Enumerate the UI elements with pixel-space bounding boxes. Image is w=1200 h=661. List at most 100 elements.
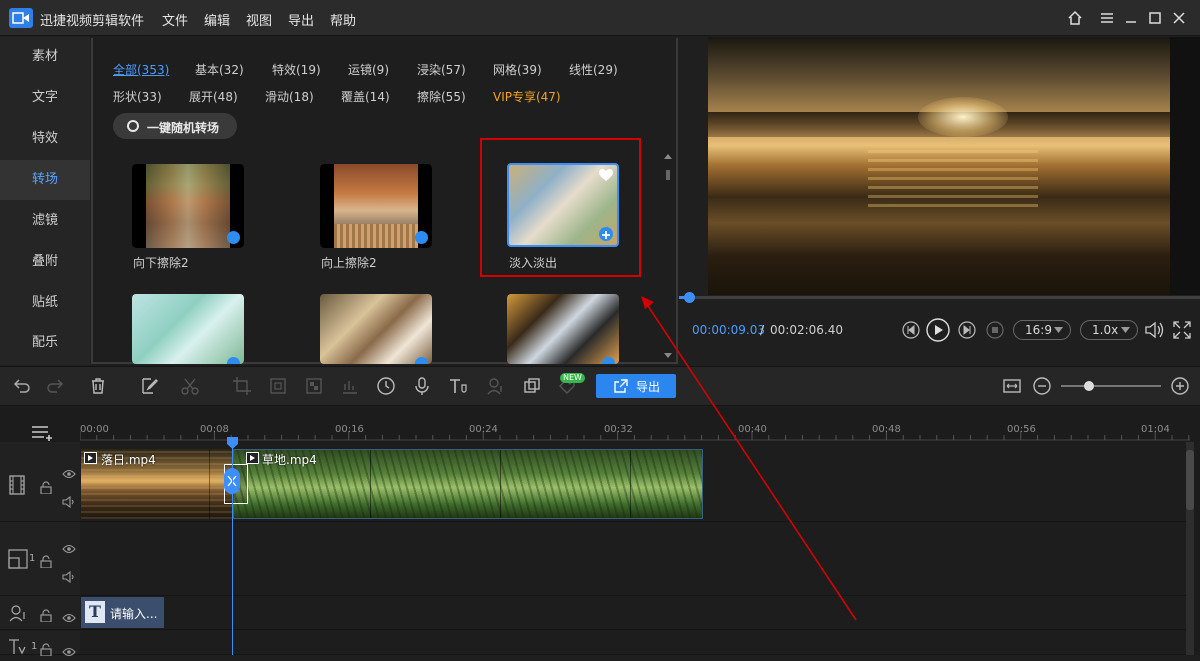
zoom-slider-handle[interactable]: [1084, 381, 1094, 391]
sidebar-item-effects[interactable]: 特效: [0, 119, 90, 159]
visibility-eye-icon[interactable]: [62, 464, 76, 483]
filter-grid[interactable]: 网格(39): [493, 61, 542, 78]
text-track-icon: [8, 637, 28, 659]
random-transition-button[interactable]: 一键随机转场: [113, 113, 237, 139]
text-to-speech-icon[interactable]: [448, 376, 468, 396]
maximize-icon[interactable]: [1146, 9, 1164, 27]
lock-icon[interactable]: [40, 607, 52, 626]
previous-frame-icon[interactable]: [902, 321, 920, 343]
zoom-slider[interactable]: [1061, 385, 1161, 387]
menu-edit[interactable]: 编辑: [204, 10, 230, 29]
transition-thumb[interactable]: [132, 294, 244, 364]
lock-icon[interactable]: [40, 553, 52, 572]
timeline-scrollbar-thumb[interactable]: [1186, 450, 1194, 510]
crop-icon[interactable]: [232, 376, 252, 396]
sidebar-item-stickers[interactable]: 贴纸: [0, 283, 90, 323]
filter-wipe[interactable]: 擦除(55): [417, 88, 466, 105]
transition-thumb-wipe-down-2[interactable]: [132, 164, 244, 248]
video-preview[interactable]: [708, 37, 1170, 295]
sidebar-item-text[interactable]: 文字: [0, 78, 90, 118]
menu-export[interactable]: 导出: [288, 10, 314, 29]
sidebar-item-transitions[interactable]: 转场: [0, 160, 90, 200]
redo-icon[interactable]: [45, 376, 65, 396]
filter-all[interactable]: 全部(353): [113, 61, 169, 78]
visibility-eye-icon[interactable]: [62, 642, 76, 661]
speed-select[interactable]: 1.0x: [1080, 320, 1138, 340]
filter-linear[interactable]: 线性(29): [569, 61, 618, 78]
tick-label: 00:00: [80, 424, 109, 435]
sidebar-item-overlays[interactable]: 叠附: [0, 242, 90, 282]
dubbing-track-icon: [8, 603, 28, 627]
overlay-track[interactable]: [80, 522, 1190, 596]
aspect-ratio-select[interactable]: 16:9: [1013, 320, 1071, 340]
text-track[interactable]: [80, 631, 1190, 655]
filter-expand[interactable]: 展开(48): [189, 88, 238, 105]
next-frame-icon[interactable]: [958, 321, 976, 343]
fit-timeline-icon[interactable]: [1002, 376, 1022, 396]
lock-icon[interactable]: [40, 641, 52, 660]
audio-levels-icon[interactable]: [340, 376, 360, 396]
play-icon[interactable]: [926, 318, 950, 346]
filter-dissolve[interactable]: 浸染(57): [417, 61, 466, 78]
filter-slide[interactable]: 滑动(18): [265, 88, 314, 105]
menu-view[interactable]: 视图: [246, 10, 272, 29]
seek-handle[interactable]: [684, 292, 695, 303]
clock-icon[interactable]: [376, 376, 396, 396]
filter-camera[interactable]: 运镜(9): [348, 61, 389, 78]
voice-change-icon[interactable]: [486, 376, 506, 396]
clip-label: 草地.mp4: [262, 453, 317, 467]
seek-bar[interactable]: [679, 296, 1200, 299]
close-icon[interactable]: [1170, 9, 1188, 27]
download-icon[interactable]: [227, 357, 240, 364]
pip-track-icon: [8, 549, 28, 573]
tick-label: 00:32: [604, 424, 633, 435]
mosaic-icon[interactable]: [304, 376, 324, 396]
microphone-icon[interactable]: [412, 376, 432, 396]
filter-special[interactable]: 特效(19): [272, 61, 321, 78]
zoom-out-icon[interactable]: [1032, 376, 1052, 396]
menu-help[interactable]: 帮助: [330, 10, 356, 29]
sidebar-item-filters[interactable]: 滤镜: [0, 201, 90, 241]
download-icon[interactable]: [415, 231, 428, 244]
sidebar-item-music[interactable]: 配乐: [0, 323, 90, 363]
tick-label: 01:04: [1141, 424, 1170, 435]
undo-icon[interactable]: [12, 376, 32, 396]
home-icon[interactable]: [1066, 9, 1084, 27]
transition-thumb[interactable]: [507, 294, 619, 364]
filter-cover[interactable]: 覆盖(14): [341, 88, 390, 105]
playhead-line[interactable]: [232, 441, 233, 655]
filter-vip[interactable]: VIP专享(47): [493, 88, 561, 105]
export-button[interactable]: 导出: [596, 374, 676, 398]
filter-shape[interactable]: 形状(33): [113, 88, 162, 105]
delete-icon[interactable]: [88, 376, 108, 396]
resize-icon[interactable]: [268, 376, 288, 396]
download-icon[interactable]: [415, 357, 428, 364]
menu-file[interactable]: 文件: [162, 10, 188, 29]
audio-mute-icon[interactable]: [62, 493, 76, 512]
download-icon[interactable]: [227, 231, 240, 244]
download-icon[interactable]: [602, 357, 615, 364]
playhead-handle[interactable]: [227, 434, 238, 449]
random-icon: [127, 120, 139, 132]
transition-thumb[interactable]: [320, 294, 432, 364]
minimize-icon[interactable]: [1122, 9, 1140, 27]
text-clip[interactable]: T 请输入...: [81, 597, 164, 628]
menu-icon[interactable]: [1098, 9, 1116, 27]
sidebar-item-media[interactable]: 素材: [0, 37, 90, 77]
audio-mute-icon[interactable]: [62, 568, 76, 587]
lock-icon[interactable]: [40, 479, 52, 498]
dubbing-track[interactable]: [80, 596, 1190, 630]
track-index: 1: [31, 641, 38, 652]
stop-icon[interactable]: [986, 321, 1004, 343]
transition-thumb-wipe-up-2[interactable]: [320, 164, 432, 248]
fullscreen-icon[interactable]: [1173, 321, 1191, 343]
panel-scrollbar[interactable]: [663, 150, 673, 362]
visibility-eye-icon[interactable]: [62, 539, 76, 558]
zoom-in-icon[interactable]: [1170, 376, 1190, 396]
filter-basic[interactable]: 基本(32): [195, 61, 244, 78]
volume-icon[interactable]: [1144, 320, 1166, 344]
layers-icon[interactable]: [522, 376, 542, 396]
split-icon[interactable]: [180, 376, 200, 396]
visibility-eye-icon[interactable]: [62, 608, 76, 627]
edit-icon[interactable]: [140, 376, 160, 396]
